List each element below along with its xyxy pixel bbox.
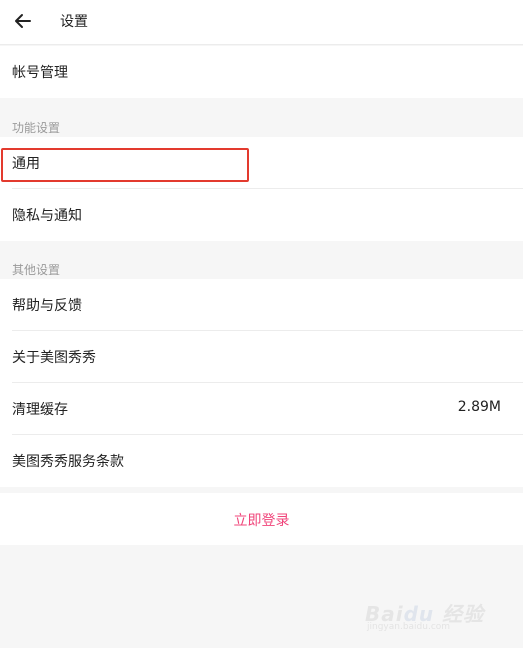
settings-item-label: 隐私与通知 xyxy=(12,208,82,224)
cache-size-value: 2.89M xyxy=(457,399,501,415)
section-title-function-settings: 功能设置 xyxy=(12,121,61,135)
baidu-watermark-logo: Baidu 经验 jingyan.baidu.com xyxy=(365,602,485,632)
page-title: 设置 xyxy=(60,14,88,30)
account-management-item[interactable]: 帐号管理 xyxy=(0,46,523,98)
settings-item-help-feedback[interactable]: 帮助与反馈 xyxy=(0,279,523,331)
settings-item-about[interactable]: 关于美图秀秀 xyxy=(0,331,523,383)
settings-item-label: 美图秀秀服务条款 xyxy=(12,454,124,470)
settings-item-label: 帮助与反馈 xyxy=(12,298,82,314)
settings-item-label: 清理缓存 xyxy=(12,402,68,418)
login-label: 立即登录 xyxy=(233,513,290,529)
section-title-other-settings: 其他设置 xyxy=(12,263,61,277)
settings-item-terms-of-service[interactable]: 美图秀秀服务条款 xyxy=(0,435,523,487)
settings-item-label: 关于美图秀秀 xyxy=(12,350,96,366)
login-button[interactable]: 立即登录 xyxy=(0,493,523,545)
account-management-label: 帐号管理 xyxy=(12,65,68,81)
back-arrow-icon[interactable] xyxy=(12,10,34,32)
top-bar: 设置 xyxy=(0,0,523,45)
settings-item-label: 通用 xyxy=(12,156,40,172)
settings-item-clear-cache[interactable]: 清理缓存 2.89M xyxy=(0,383,523,435)
settings-item-general[interactable]: 通用 xyxy=(0,137,523,189)
settings-item-privacy-notifications[interactable]: 隐私与通知 xyxy=(0,189,523,241)
